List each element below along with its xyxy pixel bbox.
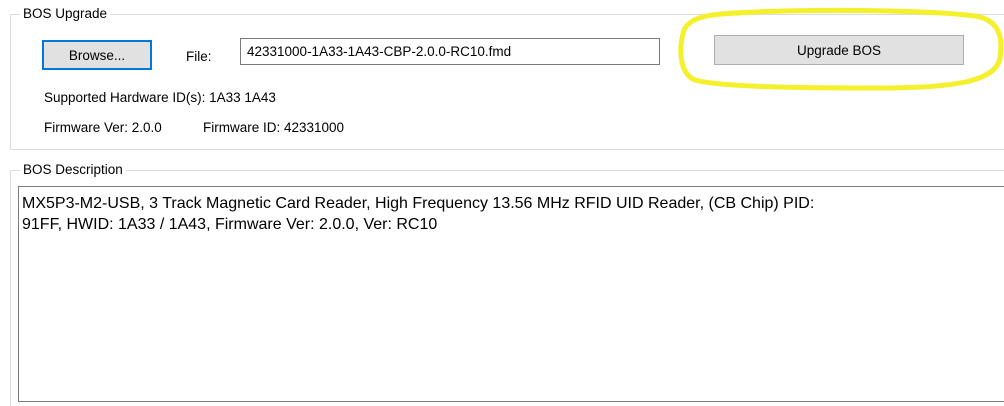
upgrade-bos-button[interactable]: Upgrade BOS: [714, 35, 964, 65]
file-label: File:: [186, 49, 212, 64]
firmware-id-text: Firmware ID: 42331000: [203, 120, 345, 135]
bos-description-textbox[interactable]: MX5P3-M2-USB, 3 Track Magnetic Card Read…: [18, 186, 1004, 402]
bos-description-group-title: BOS Description: [20, 162, 126, 178]
bos-upgrade-window: BOS Upgrade Browse... File: 42331000-1A3…: [0, 0, 1004, 406]
browse-button[interactable]: Browse...: [42, 40, 152, 70]
supported-hardware-ids-text: Supported Hardware ID(s): 1A33 1A43: [44, 90, 276, 105]
description-line: MX5P3-M2-USB, 3 Track Magnetic Card Read…: [22, 195, 815, 212]
description-line: 91FF, HWID: 1A33 / 1A43, Firmware Ver: 2…: [22, 216, 438, 233]
bos-upgrade-group-title: BOS Upgrade: [20, 6, 111, 22]
firmware-version-text: Firmware Ver: 2.0.0: [44, 120, 162, 135]
file-path-field[interactable]: 42331000-1A33-1A43-CBP-2.0.0-RC10.fmd: [240, 38, 660, 65]
